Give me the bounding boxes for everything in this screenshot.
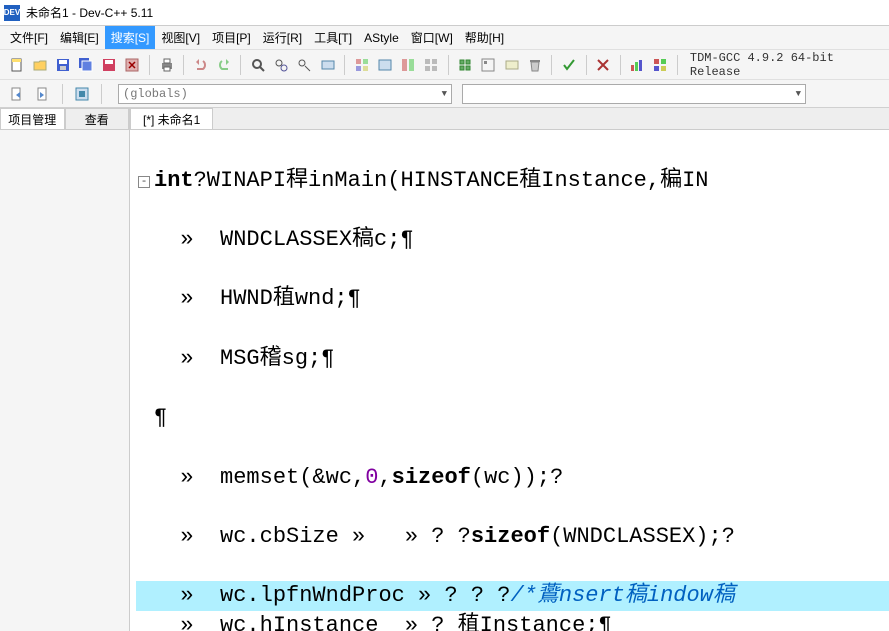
trash-icon[interactable] bbox=[524, 54, 545, 76]
find-icon[interactable] bbox=[247, 54, 268, 76]
menu-tools[interactable]: 工具[T] bbox=[308, 26, 358, 49]
chart-icon[interactable] bbox=[627, 54, 648, 76]
bookmark-fwd-icon[interactable] bbox=[32, 83, 54, 105]
globals-dropdown[interactable]: (globals) ▼ bbox=[118, 84, 452, 104]
menu-search[interactable]: 搜索[S] bbox=[105, 26, 156, 49]
code-text: wc.cbSize » » ? ? bbox=[220, 524, 471, 549]
toolbar-main: TDM-GCC 4.9.2 64-bit Release bbox=[0, 50, 889, 80]
code-text: sizeof bbox=[471, 524, 550, 549]
save-all-icon[interactable] bbox=[76, 54, 97, 76]
editor-tab-1[interactable]: [*] 未命名1 bbox=[130, 108, 213, 129]
close-file-icon[interactable] bbox=[122, 54, 143, 76]
code-text: wc.lpfnWndProc » ? ? ? bbox=[220, 583, 510, 608]
code-editor[interactable]: -int?WINAPI稈inMain(HINSTANCE稙Instance,稨I… bbox=[130, 130, 889, 631]
replace-icon[interactable] bbox=[271, 54, 292, 76]
undo-icon[interactable] bbox=[190, 54, 211, 76]
code-text: 0 bbox=[365, 465, 378, 490]
code-text: sizeof bbox=[392, 465, 471, 490]
menu-astyle[interactable]: AStyle bbox=[358, 28, 405, 48]
compile-run-icon[interactable] bbox=[397, 54, 418, 76]
menu-file[interactable]: 文件[F] bbox=[4, 26, 54, 49]
new-file-icon[interactable] bbox=[6, 54, 27, 76]
options-icon[interactable] bbox=[650, 54, 671, 76]
menu-window[interactable]: 窗口[W] bbox=[405, 26, 459, 49]
bookmark-back-icon[interactable] bbox=[6, 83, 28, 105]
debug-step-icon[interactable] bbox=[478, 54, 499, 76]
code-text: wc.hInstance » ? 稙Instance; bbox=[220, 613, 598, 631]
app-icon: DEV bbox=[4, 5, 20, 21]
run-icon[interactable] bbox=[374, 54, 395, 76]
code-text: /*鷰nsert稿indow稿 bbox=[510, 583, 734, 608]
menu-project[interactable]: 项目[P] bbox=[206, 26, 257, 49]
symbol-dropdown[interactable]: ▼ bbox=[462, 84, 806, 104]
code-text: WNDCLASSEX稿c; bbox=[220, 227, 400, 252]
menu-help[interactable]: 帮助[H] bbox=[459, 26, 510, 49]
compile-icon[interactable] bbox=[351, 54, 372, 76]
code-text: ?WINAPI稈inMain(HINSTANCE稙Instance,稨IN bbox=[194, 168, 709, 193]
rebuild-icon[interactable] bbox=[421, 54, 442, 76]
toolbar-secondary: (globals) ▼ ▼ bbox=[0, 80, 889, 108]
redo-icon[interactable] bbox=[213, 54, 234, 76]
menu-view[interactable]: 视图[V] bbox=[155, 26, 206, 49]
open-icon[interactable] bbox=[29, 54, 50, 76]
sidebar-tab-view[interactable]: 查看 bbox=[65, 108, 130, 129]
goto-icon[interactable] bbox=[317, 54, 338, 76]
chevron-down-icon: ▼ bbox=[796, 89, 801, 99]
menu-run[interactable]: 运行[R] bbox=[257, 26, 308, 49]
chevron-down-icon: ▼ bbox=[442, 89, 447, 99]
fold-icon[interactable]: - bbox=[138, 176, 150, 188]
code-text: , bbox=[378, 465, 391, 490]
code-text: (WNDCLASSEX);? bbox=[550, 524, 735, 549]
editor-area: [*] 未命名1 -int?WINAPI稈inMain(HINSTANCE稙In… bbox=[130, 108, 889, 631]
code-text: MSG稽sg; bbox=[220, 346, 321, 371]
debug-icon[interactable] bbox=[455, 54, 476, 76]
insert-icon[interactable] bbox=[71, 83, 93, 105]
profile-icon[interactable] bbox=[501, 54, 522, 76]
menu-edit[interactable]: 编辑[E] bbox=[54, 26, 105, 49]
editor-tabs: [*] 未命名1 bbox=[130, 108, 889, 130]
sidebar-tab-project[interactable]: 项目管理 bbox=[0, 108, 65, 129]
check-icon[interactable] bbox=[558, 54, 579, 76]
print-icon[interactable] bbox=[156, 54, 177, 76]
titlebar: DEV 未命名1 - Dev-C++ 5.11 bbox=[0, 0, 889, 26]
code-text: int bbox=[154, 168, 194, 193]
window-title: 未命名1 - Dev-C++ 5.11 bbox=[26, 4, 153, 21]
save-as-icon[interactable] bbox=[99, 54, 120, 76]
sidebar: 项目管理 查看 bbox=[0, 108, 130, 631]
find-next-icon[interactable] bbox=[294, 54, 315, 76]
code-text: (wc));? bbox=[471, 465, 563, 490]
code-text: HWND稙wnd; bbox=[220, 286, 348, 311]
save-icon[interactable] bbox=[52, 54, 73, 76]
globals-dropdown-value: (globals) bbox=[123, 87, 188, 101]
compiler-label: TDM-GCC 4.9.2 64-bit Release bbox=[690, 51, 883, 79]
code-text: memset(&wc, bbox=[220, 465, 365, 490]
cancel-icon[interactable] bbox=[592, 54, 613, 76]
main-area: 项目管理 查看 [*] 未命名1 -int?WINAPI稈inMain(HINS… bbox=[0, 108, 889, 631]
menubar: 文件[F] 编辑[E] 搜索[S] 视图[V] 项目[P] 运行[R] 工具[T… bbox=[0, 26, 889, 50]
